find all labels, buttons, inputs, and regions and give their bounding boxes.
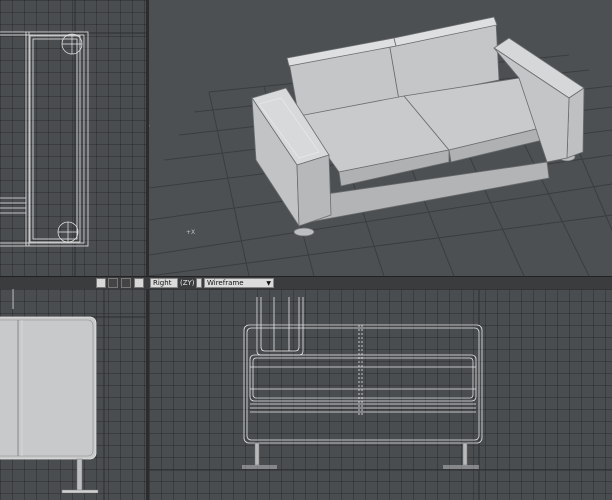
- viewport-front[interactable]: [0, 289, 146, 500]
- viewport-toolbar: Right (ZY) Wireframe ▼: [0, 276, 612, 290]
- axes-dropdown-icon[interactable]: [196, 278, 202, 288]
- leg-markers: [242, 465, 479, 469]
- axis-y-label: +Y: [149, 125, 150, 132]
- rotate-icon[interactable]: [108, 278, 118, 288]
- axis-x-label: +X: [186, 229, 195, 236]
- move-icon[interactable]: [96, 278, 106, 288]
- foot-marker-top: [61, 33, 83, 55]
- chevron-down-icon: ▼: [266, 280, 271, 287]
- top-view-wireframe: [0, 0, 146, 276]
- viewport-perspective[interactable]: +Y +X: [149, 0, 612, 276]
- zoom-icon[interactable]: [121, 278, 131, 288]
- right-view-wireframe: +Y: [149, 289, 612, 500]
- sofa-model: [251, 16, 585, 237]
- view-select[interactable]: Right: [150, 278, 178, 288]
- foot-marker-bottom: [57, 221, 79, 243]
- render-mode-select[interactable]: Wireframe ▼: [204, 278, 274, 288]
- sofa-right-wireframe: [243, 297, 483, 444]
- sofa-legs: [254, 442, 468, 466]
- view-select-value: Right: [153, 279, 172, 287]
- maximize-icon[interactable]: [134, 278, 144, 288]
- render-mode-value: Wireframe: [207, 279, 244, 287]
- perspective-view: +Y +X: [149, 16, 612, 276]
- front-view-wireframe: [0, 289, 146, 500]
- viewport-right[interactable]: +Y: [149, 289, 612, 500]
- axes-label: (ZY): [180, 279, 195, 287]
- viewport-top[interactable]: [0, 0, 146, 276]
